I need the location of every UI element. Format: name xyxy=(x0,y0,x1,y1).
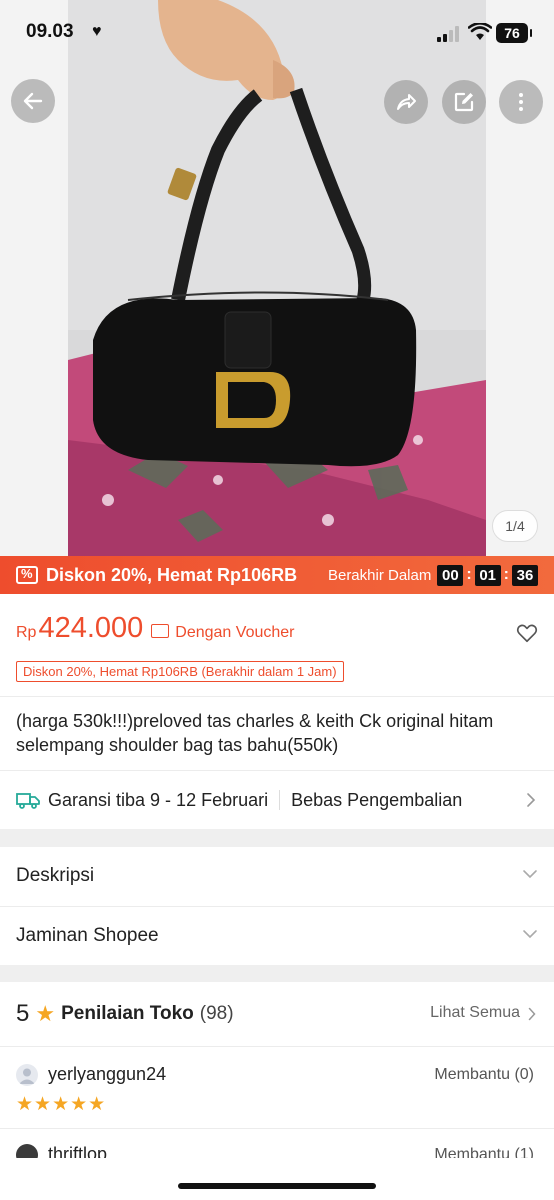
edit-icon xyxy=(454,92,474,112)
voucher-icon xyxy=(151,624,170,638)
delivery-guarantee: Garansi tiba 9 - 12 Februari xyxy=(48,789,269,810)
timer-hours: 00 xyxy=(437,564,464,586)
product-photo[interactable] xyxy=(68,0,486,556)
status-bar: 09.03 ♥ 76 xyxy=(0,0,554,64)
discount-tag: Diskon 20%, Hemat Rp106RB (Berakhir dala… xyxy=(16,661,344,682)
review-username[interactable]: yerlyanggun24 xyxy=(48,1064,166,1085)
avatar[interactable] xyxy=(16,1144,38,1158)
countdown-timer: 00 : 01 : 36 xyxy=(437,564,538,586)
image-counter: 1/4 xyxy=(492,510,538,542)
chevron-right-icon xyxy=(527,793,536,807)
timer-minutes: 01 xyxy=(474,564,501,586)
rating-label: Penilaian Toko xyxy=(61,1003,194,1024)
arrow-left-icon xyxy=(23,92,43,110)
home-indicator[interactable] xyxy=(178,1183,376,1189)
chevron-down-icon xyxy=(523,870,537,879)
share-button[interactable] xyxy=(384,80,428,124)
shipping-row[interactable]: Garansi tiba 9 - 12 Februari Bebas Penge… xyxy=(0,771,554,829)
promo-text: Diskon 20%, Hemat Rp106RB xyxy=(46,564,298,585)
shopee-guarantee-label: Jaminan Shopee xyxy=(16,925,159,946)
back-button[interactable] xyxy=(11,79,55,123)
heart-icon[interactable] xyxy=(516,622,538,644)
review-username[interactable]: thriftlop xyxy=(48,1144,107,1158)
shop-rating-header: 5 ★ Penilaian Toko (98) Lihat Semua xyxy=(0,982,554,1046)
more-options-button[interactable] xyxy=(499,80,543,124)
promo-ends-label: Berakhir Dalam xyxy=(327,566,432,584)
review-item: yerlyanggun24 Membantu (0) ★★★★★ xyxy=(0,1046,554,1128)
rating-score: 5 xyxy=(16,1000,30,1027)
avatar[interactable] xyxy=(16,1064,38,1086)
chevron-down-icon xyxy=(523,930,537,939)
wifi-icon xyxy=(468,23,492,40)
free-returns: Bebas Pengembalian xyxy=(291,789,463,810)
cellular-signal-icon xyxy=(437,26,459,42)
review-item: thriftlop Membantu (1) xyxy=(0,1128,554,1158)
more-vertical-icon xyxy=(519,93,523,111)
helpful-button[interactable]: Membantu (1) xyxy=(434,1146,534,1158)
heart-status-icon: ♥ xyxy=(92,23,102,40)
price-currency: Rp xyxy=(16,624,37,641)
shopee-guarantee-section[interactable]: Jaminan Shopee xyxy=(0,907,554,965)
product-photo-image xyxy=(68,0,486,556)
helpful-button[interactable]: Membantu (0) xyxy=(434,1066,534,1084)
price-amount: 424.000 xyxy=(38,612,144,644)
battery-indicator: 76 xyxy=(496,23,532,43)
share-icon xyxy=(397,94,416,110)
flash-discount-bar: Diskon 20%, Hemat Rp106RB Berakhir Dalam… xyxy=(0,556,554,594)
edit-button[interactable] xyxy=(442,80,486,124)
truck-icon xyxy=(16,793,40,809)
see-all-link[interactable]: Lihat Semua xyxy=(430,1004,520,1022)
chevron-right-icon xyxy=(528,1007,536,1021)
star-icon: ★ xyxy=(35,1001,56,1026)
timer-seconds: 36 xyxy=(512,564,538,586)
status-time: 09.03 xyxy=(26,21,74,42)
price-section: Rp 424.000 Dengan Voucher Diskon 20%, He… xyxy=(0,594,554,696)
description-section[interactable]: Deskripsi xyxy=(0,847,554,905)
discount-ticket-icon xyxy=(16,566,38,584)
product-title: (harga 530k!!!)preloved tas charles & ke… xyxy=(16,711,494,755)
default-avatar-icon xyxy=(19,1068,35,1084)
review-stars: ★★★★★ xyxy=(16,1094,107,1115)
price-row: Rp 424.000 Dengan Voucher xyxy=(16,612,294,645)
rating-count: (98) xyxy=(199,1003,234,1024)
voucher-label[interactable]: Dengan Voucher xyxy=(175,624,294,642)
description-label: Deskripsi xyxy=(16,865,95,886)
product-image-gallery[interactable]: 09.03 ♥ 76 1/4 xyxy=(0,0,554,556)
